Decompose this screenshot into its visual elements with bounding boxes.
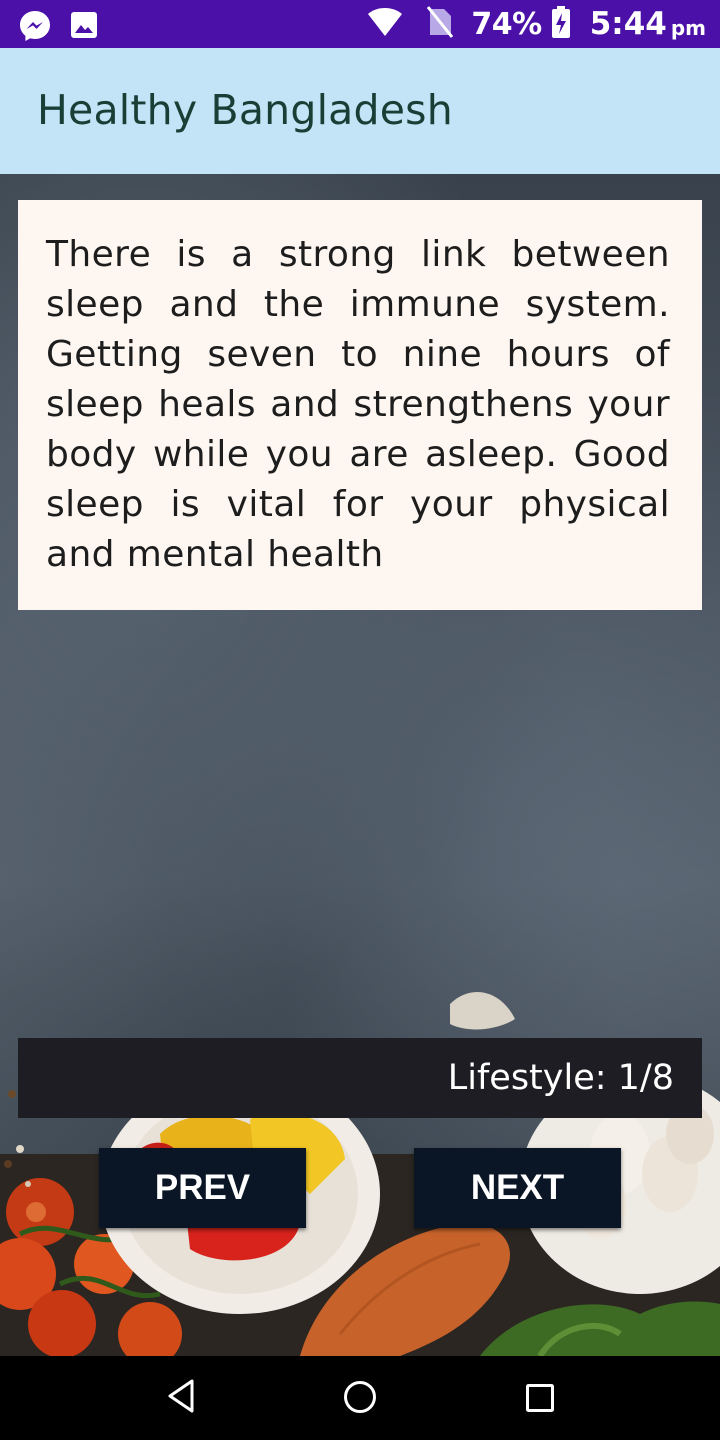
next-button[interactable]: NEXT	[414, 1148, 621, 1228]
battery-charging-icon	[551, 5, 570, 43]
app-bar: Healthy Bangladesh	[0, 48, 720, 174]
wifi-icon	[367, 7, 403, 42]
prev-button[interactable]: PREV	[99, 1148, 306, 1228]
tip-text: There is a strong link between sleep and…	[46, 234, 670, 575]
battery-percent: 74%	[471, 6, 542, 42]
recents-icon[interactable]	[526, 1384, 554, 1417]
status-right: 74% 5:44 pm	[367, 0, 706, 48]
category-bar: Lifestyle: 1/8	[18, 1038, 702, 1118]
clock-ampm: pm	[670, 16, 706, 40]
no-sim-icon	[427, 5, 454, 43]
image-icon	[70, 11, 98, 44]
system-nav-bar	[0, 1356, 720, 1440]
status-bar: 74% 5:44 pm	[0, 0, 720, 48]
messenger-icon	[18, 9, 52, 48]
content-area: There is a strong link between sleep and…	[0, 174, 720, 1356]
tip-card: There is a strong link between sleep and…	[18, 200, 702, 610]
home-icon[interactable]	[343, 1380, 377, 1419]
back-icon[interactable]	[166, 1378, 196, 1419]
clock-time: 5:44	[589, 6, 667, 42]
category-counter: Lifestyle: 1/8	[447, 1058, 674, 1098]
app-title: Healthy Bangladesh	[37, 86, 453, 134]
